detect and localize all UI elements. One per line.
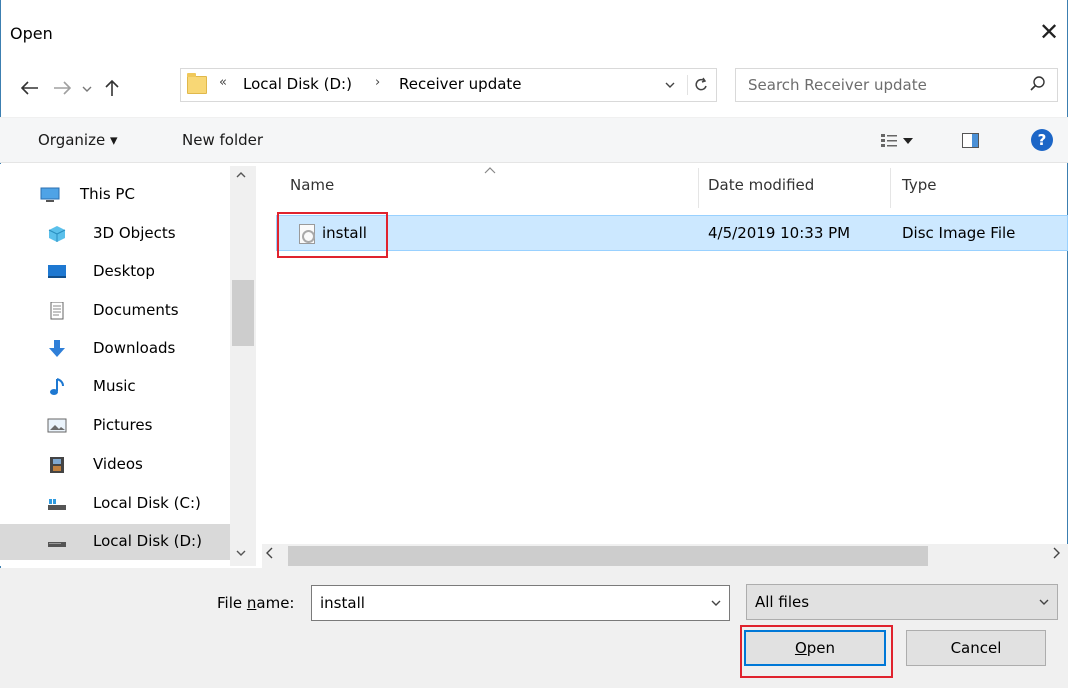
- column-divider[interactable]: [698, 168, 699, 208]
- arrow-right-icon: [54, 81, 72, 95]
- picture-icon: [47, 418, 67, 433]
- drive-icon: [48, 499, 66, 510]
- new-folder-button[interactable]: New folder: [182, 131, 263, 149]
- document-icon: [50, 302, 64, 320]
- chevron-down-icon: [665, 82, 675, 88]
- search-box[interactable]: Search Receiver update: [735, 68, 1058, 102]
- file-type-select[interactable]: All files: [746, 584, 1058, 620]
- sidebar-item-music[interactable]: Music: [0, 369, 230, 405]
- sidebar-item-local-disk-c[interactable]: Local Disk (C:): [0, 486, 230, 522]
- recent-locations-button[interactable]: [79, 75, 95, 101]
- sort-ascending-icon: [484, 162, 496, 178]
- computer-icon: [40, 187, 60, 202]
- sidebar-item-label: This PC: [80, 185, 135, 203]
- scroll-up-button[interactable]: [236, 168, 246, 182]
- address-history-dropdown[interactable]: [665, 76, 675, 92]
- cancel-button[interactable]: Cancel: [906, 630, 1046, 666]
- music-icon: [50, 378, 64, 395]
- sidebar-item-label: Local Disk (D:): [93, 532, 202, 550]
- scroll-down-button[interactable]: [236, 546, 246, 560]
- download-icon: [49, 340, 65, 357]
- chevron-down-icon: [711, 600, 721, 606]
- chevron-up-icon: [236, 172, 246, 178]
- chevron-right-icon: [1053, 547, 1060, 559]
- chevron-down-icon: [1039, 599, 1049, 605]
- sidebar-item-pictures[interactable]: Pictures: [0, 408, 230, 444]
- column-header-type[interactable]: Type: [902, 176, 936, 194]
- search-input[interactable]: Search Receiver update: [748, 76, 927, 94]
- sidebar-item-videos[interactable]: Videos: [0, 447, 230, 483]
- chevron-left-icon: [266, 547, 273, 559]
- up-button[interactable]: [100, 75, 124, 101]
- arrow-left-icon: [20, 81, 38, 95]
- organize-menu[interactable]: Organize ▾: [38, 131, 118, 149]
- view-dropdown[interactable]: [903, 132, 913, 148]
- sidebar-item-label: 3D Objects: [93, 224, 176, 242]
- navigation-scrollbar[interactable]: [230, 166, 256, 566]
- overflow-chevron[interactable]: «: [219, 75, 227, 90]
- sidebar-item-3d-objects[interactable]: 3D Objects: [0, 216, 230, 252]
- navigation-scrollbar-thumb[interactable]: [232, 280, 254, 346]
- file-type-value: All files: [755, 593, 810, 611]
- chevron-up-icon: [484, 167, 496, 174]
- refresh-button[interactable]: [693, 73, 709, 98]
- address-bar[interactable]: « Local Disk (D:) › Receiver update: [180, 68, 717, 102]
- file-type: Disc Image File: [902, 224, 1016, 242]
- breadcrumb-separator[interactable]: ›: [375, 75, 380, 90]
- folder-icon: [187, 73, 207, 94]
- sidebar-item-downloads[interactable]: Downloads: [0, 331, 230, 367]
- file-name-dropdown[interactable]: [711, 596, 721, 610]
- desktop-icon: [48, 265, 66, 278]
- video-icon: [50, 457, 64, 473]
- command-toolbar: Organize ▾ New folder ?: [0, 117, 1068, 163]
- sidebar-item-label: Local Disk (C:): [93, 494, 201, 512]
- preview-pane-icon[interactable]: [962, 133, 979, 148]
- sidebar-item-documents[interactable]: Documents: [0, 293, 230, 329]
- view-options-icon[interactable]: [880, 133, 898, 149]
- breadcrumb-local-disk-d[interactable]: Local Disk (D:): [243, 75, 352, 93]
- sidebar-item-label: Downloads: [93, 339, 176, 357]
- sidebar-item-label: Desktop: [93, 262, 155, 280]
- arrow-up-icon: [105, 79, 119, 96]
- sidebar-item-desktop[interactable]: Desktop: [0, 254, 230, 290]
- close-icon[interactable]: ✕: [1036, 17, 1062, 47]
- sidebar-item-this-pc[interactable]: This PC: [0, 177, 230, 213]
- sidebar-item-label: Music: [93, 377, 136, 395]
- sidebar-item-local-disk-d[interactable]: Local Disk (D:): [0, 524, 230, 560]
- column-header-name[interactable]: Name: [290, 176, 334, 194]
- cube-icon: [48, 226, 66, 242]
- refresh-icon: [695, 77, 707, 91]
- column-header-date-modified[interactable]: Date modified: [708, 176, 814, 194]
- address-divider: [687, 75, 688, 95]
- sidebar-item-label: Pictures: [93, 416, 153, 434]
- file-name-value[interactable]: install: [320, 594, 365, 612]
- help-icon[interactable]: ?: [1031, 129, 1053, 151]
- sidebar-item-label: Videos: [93, 455, 143, 473]
- forward-button[interactable]: [50, 75, 74, 101]
- scroll-right-button[interactable]: [1052, 547, 1060, 563]
- search-icon[interactable]: [1029, 75, 1047, 93]
- window-title: Open: [10, 24, 53, 43]
- navigation-pane: This PC 3D Objects Desktop Documents Dow…: [0, 164, 258, 566]
- scroll-left-button[interactable]: [266, 547, 274, 563]
- chevron-down-icon: [82, 86, 92, 92]
- chevron-down-icon: [236, 550, 246, 556]
- sidebar-item-label: Documents: [93, 301, 179, 319]
- file-type-dropdown[interactable]: [1039, 595, 1049, 609]
- file-date-modified: 4/5/2019 10:33 PM: [708, 224, 851, 242]
- file-name-field[interactable]: install: [311, 585, 730, 621]
- file-name-label: File name:: [217, 594, 295, 612]
- file-row-install[interactable]: install 4/5/2019 10:33 PM Disc Image Fil…: [276, 215, 1068, 251]
- breadcrumb-receiver-update[interactable]: Receiver update: [399, 75, 522, 93]
- caret-down-icon: [903, 138, 913, 144]
- column-divider[interactable]: [890, 168, 891, 208]
- highlight-box-open: [740, 625, 893, 678]
- horizontal-scrollbar-thumb[interactable]: [288, 546, 928, 566]
- highlight-box-file: [277, 212, 388, 258]
- drive-icon: [48, 542, 66, 547]
- back-button[interactable]: [18, 75, 42, 101]
